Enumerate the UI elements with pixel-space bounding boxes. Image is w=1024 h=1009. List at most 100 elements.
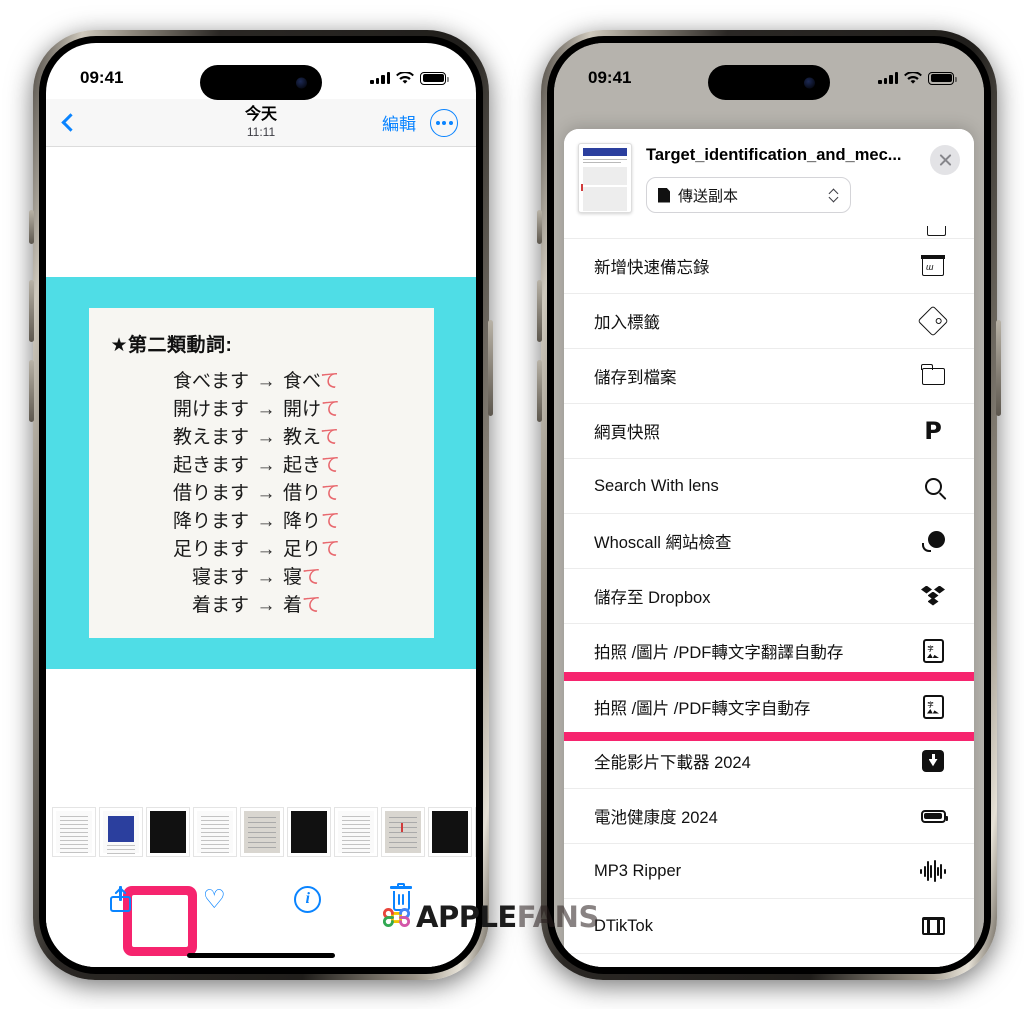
volume-down-button-right[interactable] <box>537 360 542 422</box>
home-indicator[interactable] <box>187 953 335 958</box>
share-action-row[interactable]: DTikTok <box>564 899 974 954</box>
verb-te-form: 借りて <box>283 481 387 508</box>
dynamic-island-right <box>708 65 830 100</box>
send-copy-label: 傳送副本 <box>678 187 739 205</box>
share-action-row[interactable]: 儲存到檔案 <box>564 349 974 404</box>
share-action-row[interactable]: 電池健康度 2024 <box>564 789 974 844</box>
left-iphone-device: 09:41 今天 11:11 編輯 ★第二類動詞: 食べます → 食べて 開けま… <box>29 30 493 980</box>
back-chevron-icon[interactable] <box>61 113 80 132</box>
quick-note-icon: ɯ <box>920 253 946 279</box>
te-suffix: て <box>302 594 322 616</box>
verb-masu-form: 足ります <box>172 538 249 560</box>
volume-up-button-right[interactable] <box>537 280 542 342</box>
arrow-icon: → <box>256 398 276 420</box>
share-sheet-title-group: Target_identification_and_mec... 傳送副本 <box>646 143 960 213</box>
tag-icon <box>917 305 949 337</box>
arrow-icon: → <box>256 510 276 532</box>
share-action-label: 電池健康度 2024 <box>594 809 718 827</box>
info-icon: i <box>294 885 322 913</box>
thumbnail-item[interactable] <box>146 807 190 857</box>
mute-switch[interactable] <box>29 210 34 244</box>
screenshot-canvas: 09:41 今天 11:11 編輯 ★第二類動詞: 食べます → 食べて 開けま… <box>0 0 1024 1009</box>
share-action-label: Whoscall 網站檢查 <box>594 534 732 552</box>
power-button[interactable] <box>488 320 493 416</box>
thumbnail-preview <box>197 811 233 854</box>
te-suffix: て <box>321 538 341 560</box>
volume-up-button[interactable] <box>29 280 34 342</box>
dropbox-icon <box>920 583 946 609</box>
arrow-icon: → <box>256 482 276 504</box>
share-action-list[interactable]: 新增快速備忘錄 ɯ 加入標籤 儲存到檔案 網頁快照 P Search With lens Wh… <box>564 225 974 967</box>
photo-viewer-body: ★第二類動詞: 食べます → 食べて 開けます → 開けて 教えます → 教えて 起きます → 起きて… <box>46 147 476 967</box>
power-button-right[interactable] <box>996 320 1001 416</box>
thumbnail-item[interactable] <box>52 807 96 857</box>
photos-nav-bar: 今天 11:11 編輯 <box>46 99 476 147</box>
share-action-label: 拍照 /圖片 /PDF轉文字翻譯自動存 <box>594 644 844 662</box>
verb-te-form: 降りて <box>283 509 387 536</box>
favorite-button[interactable]: ♡ <box>192 877 236 921</box>
thumbnail-preview <box>432 811 468 853</box>
thumbnail-item[interactable] <box>193 807 237 857</box>
share-action-label: 全能影片下載器 2024 <box>594 754 751 772</box>
film-icon <box>920 913 946 939</box>
verb-row: 借ります → 借りて <box>141 481 387 508</box>
edit-button[interactable]: 編輯 <box>382 110 416 135</box>
share-action-row[interactable]: Whoscall 網站檢查 <box>564 514 974 569</box>
thumbnail-strip[interactable] <box>46 805 476 859</box>
pocket-icon: P <box>924 417 942 445</box>
share-action-row[interactable]: 全能影片下載器 2024 <box>564 734 974 789</box>
share-action-label: DTikTok <box>594 916 653 935</box>
te-suffix: て <box>320 371 340 392</box>
mute-switch-right[interactable] <box>537 210 542 244</box>
verb-stem: 教え <box>283 426 321 448</box>
partial-row-above[interactable] <box>564 225 974 239</box>
wifi-icon <box>396 71 414 84</box>
close-icon[interactable] <box>930 145 960 175</box>
verb-chart-card: ★第二類動詞: 食べます → 食べて 開けます → 開けて 教えます → 教えて 起きます → 起きて… <box>88 308 434 638</box>
verb-masu-form: 降ります <box>172 510 249 532</box>
status-time-right: 09:41 <box>588 68 632 87</box>
share-action-row[interactable]: 網頁快照 P <box>564 404 974 459</box>
thumbnail-preview <box>385 811 421 853</box>
thumbnail-item[interactable] <box>381 807 425 857</box>
verb-masu-form: 寝ます <box>191 566 249 588</box>
verb-row: 降ります → 降りて <box>141 509 387 536</box>
te-suffix: て <box>321 510 341 532</box>
nav-actions: 編輯 <box>382 108 458 137</box>
share-action-row[interactable]: MP3 Ripper <box>564 844 974 899</box>
verb-row: 着ます → 着て <box>141 593 387 620</box>
verb-stem: 借り <box>283 482 322 504</box>
highlighted-share-action[interactable]: 拍照 /圖片 /PDF轉文字自動存 字 <box>564 672 974 741</box>
share-sheet-header: Target_identification_and_mec... 傳送副本 <box>564 129 974 225</box>
te-suffix: て <box>321 398 341 420</box>
thumbnail-preview <box>291 811 327 853</box>
right-phone-bezel: 09:41 Target_identification_and_mec... 傳… <box>547 36 991 974</box>
partial-row-icon <box>927 226 946 236</box>
te-suffix: て <box>320 426 340 448</box>
thumbnail-item[interactable] <box>287 807 331 857</box>
more-ellipsis-icon[interactable] <box>430 108 458 137</box>
document-preview[interactable] <box>578 143 632 213</box>
share-action-row[interactable]: 儲存至 Dropbox <box>564 569 974 624</box>
photo-image[interactable]: ★第二類動詞: 食べます → 食べて 開けます → 開けて 教えます → 教えて 起きます → 起きて… <box>46 277 476 669</box>
verb-row: 教えます → 教えて <box>141 425 387 452</box>
thumbnail-item[interactable] <box>334 807 378 857</box>
share-action-row[interactable]: Search With lens <box>564 459 974 514</box>
share-action-row[interactable]: 拍照 /圖片 /PDF轉文字自動存 字 <box>564 679 974 734</box>
thumbnail-preview <box>103 811 139 855</box>
info-button[interactable]: i <box>286 877 330 921</box>
thumbnail-item[interactable] <box>428 807 472 857</box>
verb-stem: 開け <box>283 398 322 420</box>
thumbnail-item[interactable] <box>99 807 143 857</box>
verb-stem: 足り <box>283 538 322 560</box>
share-action-row[interactable]: 加入標籤 <box>564 294 974 349</box>
thumbnail-item[interactable] <box>475 807 476 857</box>
verb-row: 食べます → 食べて <box>141 369 387 396</box>
left-phone-bezel: 09:41 今天 11:11 編輯 ★第二類動詞: 食べます → 食べて 開けま… <box>39 36 483 974</box>
share-button[interactable] <box>99 877 197 956</box>
volume-down-button[interactable] <box>29 360 34 422</box>
share-action-row[interactable]: 新增快速備忘錄 ɯ <box>564 239 974 294</box>
send-copy-dropdown[interactable]: 傳送副本 <box>646 177 851 213</box>
thumbnail-item[interactable] <box>240 807 284 857</box>
share-action-row[interactable]: 拍照 /圖片 /PDF轉文字翻譯自動存 字 <box>564 624 974 679</box>
